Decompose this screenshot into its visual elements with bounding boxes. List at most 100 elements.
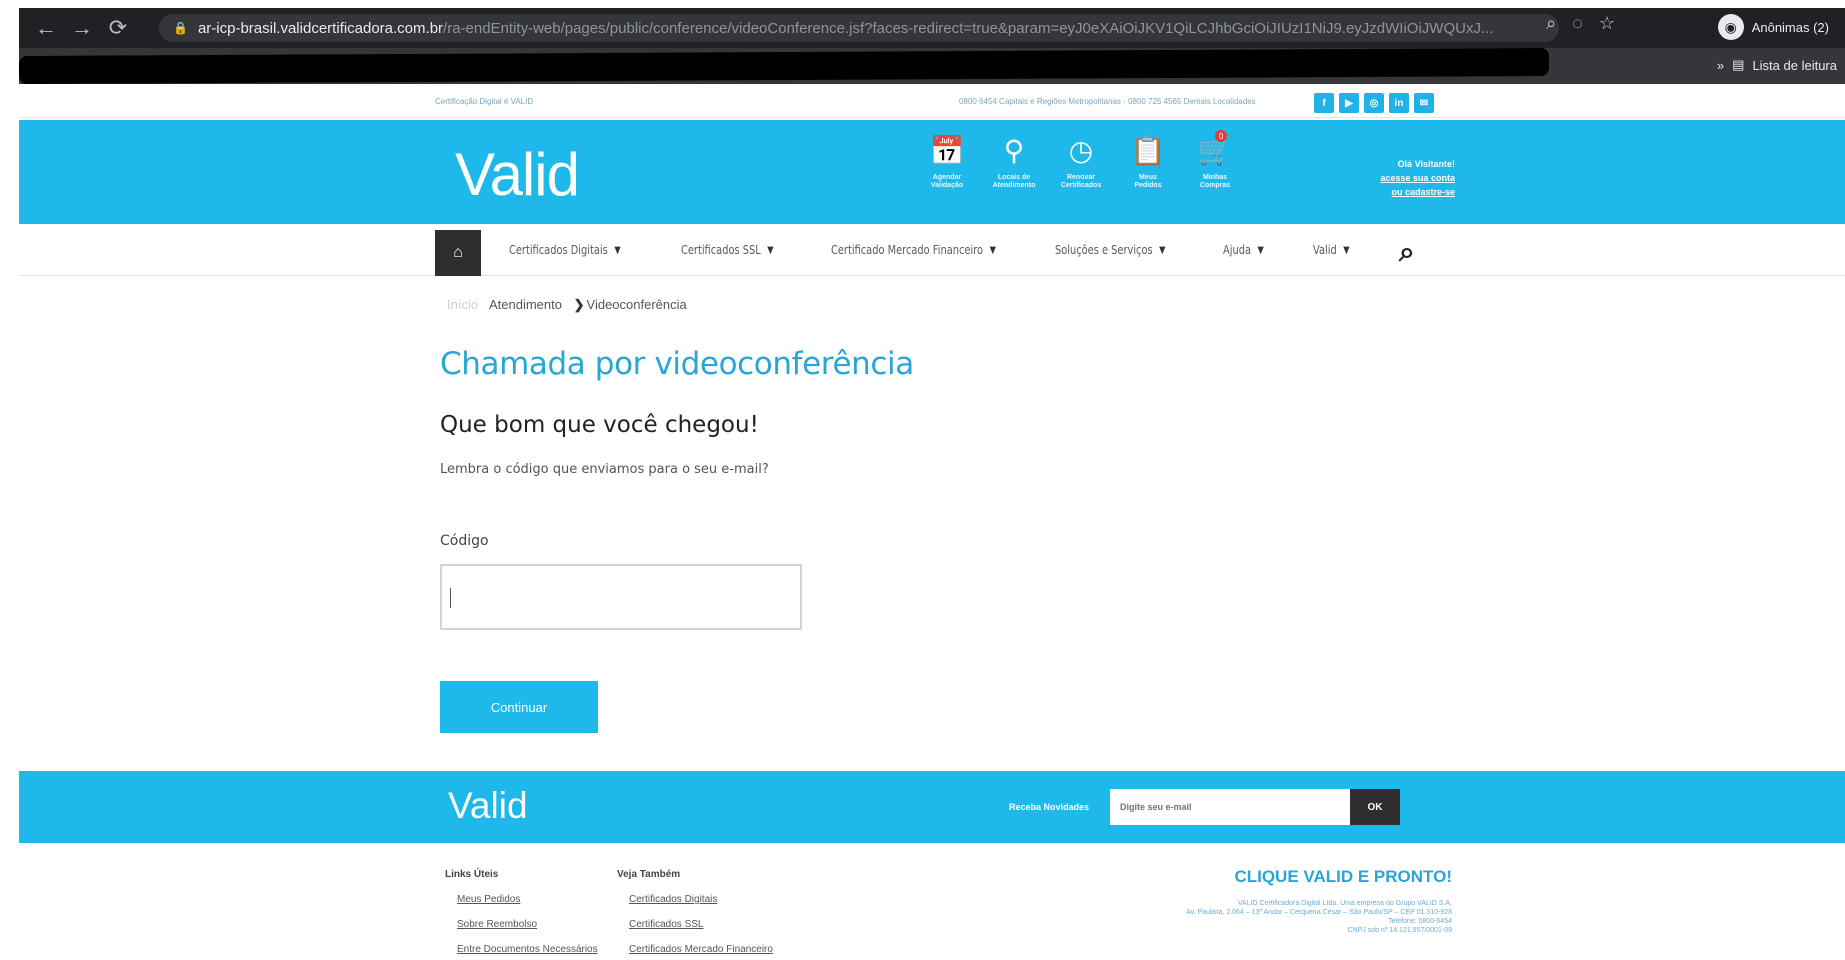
caret-down-icon: ▼ — [1159, 244, 1166, 256]
code-label: Código — [440, 533, 489, 549]
nav-item-certificados-digitais[interactable]: Certificados Digitais ▼ — [509, 243, 650, 257]
reading-list-button[interactable]: » ▤ Lista de leitura — [1717, 57, 1837, 73]
shortcut-renovar[interactable]: ◷ Renovar Certificados — [1059, 134, 1103, 190]
footer-slogan: CLIQUE VALID E PRONTO! — [1234, 867, 1452, 886]
address-line: VALID Certificadora Digital Ltda. Uma em… — [1237, 900, 1452, 907]
footer-band: Valid Receba Novidades OK — [19, 771, 1845, 843]
footer-col-links: Links Úteis Meus Pedidos Sobre Reembolso… — [445, 869, 598, 955]
reload-icon[interactable]: ⟳ — [103, 13, 133, 43]
footer-link[interactable]: Sobre Reembolso — [457, 919, 598, 930]
breadcrumb-level2: Videoconferência — [586, 297, 687, 312]
cart-count-badge: 0 — [1215, 130, 1227, 142]
url-host: ar-icp-brasil.validcertificadora.com.br — [197, 19, 444, 37]
footer-links: Links Úteis Meus Pedidos Sobre Reembolso… — [19, 843, 1845, 960]
back-arrow-icon[interactable]: ← — [31, 13, 61, 43]
nav-item-valid[interactable]: Valid ▼ — [1313, 243, 1370, 257]
star-icon[interactable]: ☆ — [1599, 13, 1615, 34]
nav-item-ajuda[interactable]: Ajuda ▼ — [1223, 243, 1297, 257]
login-link[interactable]: acesse sua conta — [1349, 171, 1455, 185]
breadcrumb: Início Atendimento ❯ Videoconferência — [447, 297, 687, 313]
clock-icon: ◷ — [1068, 135, 1094, 166]
reading-list-icon: ▤ — [1732, 57, 1745, 72]
zoom-icon[interactable]: ⌕ — [1546, 13, 1556, 34]
breadcrumb-level1[interactable]: Atendimento — [489, 297, 562, 312]
footer-link[interactable]: Entre Documentos Necessários — [457, 944, 598, 955]
footer-link[interactable]: Certificados SSL — [629, 919, 773, 930]
clipboard-icon: 📋 — [1130, 135, 1166, 166]
caret-down-icon: ▼ — [614, 244, 621, 256]
utility-phones: 0800 6454 Capitais e Regiões Metropolita… — [959, 97, 1256, 106]
screen: ← → ⟳ 🔒 ar-icp-brasil.validcertificadora… — [0, 0, 1845, 960]
url-path: /ra-endEntity-web/pages/public/conferenc… — [443, 19, 1494, 37]
forward-arrow-icon[interactable]: → — [67, 13, 97, 43]
profile-label: Anônimas (2) — [1751, 19, 1829, 35]
main-nav: ⌂ Certificados Digitais ▼ Certificados SS… — [19, 224, 1845, 276]
omnibox-actions: ⌕ ◌ ☆ — [1546, 13, 1615, 34]
welcome-heading: Que bom que você chegou! — [440, 412, 759, 438]
home-icon: ⌂ — [453, 244, 463, 261]
shortcut-compras[interactable]: 0 🛒 Minhas Compras — [1193, 130, 1237, 190]
nav-label: Certificado Mercado Financeiro — [831, 243, 984, 257]
user-greeting: Olá Visitante! — [1397, 159, 1455, 169]
page-title: Chamada por videoconferência — [440, 346, 914, 382]
continue-button[interactable]: Continuar — [440, 681, 598, 733]
user-box: Olá Visitante! acesse sua conta ou cadas… — [1349, 157, 1455, 199]
address-bar[interactable]: 🔒 ar-icp-brasil.validcertificadora.com.b… — [159, 14, 1559, 42]
redaction-bar — [19, 47, 1549, 85]
address-line: Av. Paulista, 2.064 – 13º Andar – Cerque… — [1186, 909, 1452, 916]
eye-off-icon[interactable]: ◌ — [1572, 13, 1583, 34]
valid-logo[interactable]: Valid — [455, 140, 580, 209]
location-pin-icon: ⚲ — [1003, 135, 1025, 166]
newsletter-label: Receba Novidades — [1009, 802, 1090, 812]
nav-item-solucoes[interactable]: Soluções e Serviços ▼ — [1055, 243, 1193, 257]
chevron-double-right-icon: » — [1716, 57, 1725, 73]
utility-tagline: Certificação Digital é VALID — [435, 97, 534, 106]
incognito-icon: ◉ — [1717, 14, 1744, 40]
site-header: Valid 📅 Agendar Validação ⚲ Locais de At… — [19, 120, 1845, 224]
header-shortcuts: 📅 Agendar Validação ⚲ Locais de Atendime… — [925, 130, 1237, 190]
caret-down-icon: ▼ — [1257, 244, 1264, 256]
address-line: CNPJ sob nº 14.121.957/0001-09 — [1347, 927, 1452, 934]
footer-link[interactable]: Certificados Mercado Financeiro — [629, 944, 773, 955]
shortcut-locais[interactable]: ⚲ Locais de Atendimento — [992, 134, 1036, 190]
search-icon[interactable]: ⌕ — [1399, 236, 1415, 269]
mail-icon[interactable]: ✉ — [1414, 93, 1434, 113]
profile-button[interactable]: ◉ Anônimas (2) — [1717, 14, 1829, 40]
nav-label: Valid — [1313, 243, 1337, 257]
caret-down-icon: ▼ — [1343, 244, 1350, 256]
linkedin-icon[interactable]: in — [1389, 93, 1409, 113]
newsletter-email-input[interactable] — [1110, 789, 1350, 825]
footer-col-see-also: Veja Também Certificados Digitais Certif… — [617, 869, 773, 955]
footer-link[interactable]: Meus Pedidos — [457, 894, 598, 905]
breadcrumb-home[interactable]: Início — [447, 297, 478, 312]
shortcut-agendar[interactable]: 📅 Agendar Validação — [925, 134, 969, 190]
nav-menu: Certificados Digitais ▼ Certificados SSL ▼… — [509, 243, 1383, 257]
browser-toolbar: ← → ⟳ 🔒 ar-icp-brasil.validcertificadora… — [19, 8, 1845, 48]
register-link[interactable]: ou cadastre-se — [1349, 185, 1455, 199]
nav-label: Ajuda — [1223, 243, 1251, 257]
code-hint: Lembra o código que enviamos para o seu … — [440, 462, 769, 477]
footer-link[interactable]: Certificados Digitais — [629, 894, 773, 905]
footer-address: VALID Certificadora Digital Ltda. Uma em… — [1022, 899, 1452, 935]
nav-item-certificados-ssl[interactable]: Certificados SSL ▼ — [681, 243, 804, 257]
footer-logo[interactable]: Valid — [448, 785, 528, 827]
newsletter-ok-button[interactable]: OK — [1350, 789, 1400, 825]
lock-icon: 🔒 — [173, 21, 188, 35]
text-caret — [450, 588, 451, 608]
shortcut-label: Minhas Compras — [1199, 174, 1231, 189]
facebook-icon[interactable]: f — [1314, 93, 1334, 113]
address-line: Telefone: 0800-6454 — [1388, 918, 1452, 925]
nav-label: Certificados Digitais — [509, 243, 608, 257]
nav-item-mercado-financeiro[interactable]: Certificado Mercado Financeiro ▼ — [831, 243, 1015, 257]
instagram-icon[interactable]: ◎ — [1364, 93, 1384, 113]
code-input[interactable] — [440, 564, 802, 630]
shortcut-label: Locais de Atendimento — [992, 174, 1036, 189]
home-button[interactable]: ⌂ — [435, 230, 481, 276]
nav-label: Certificados SSL — [681, 243, 761, 257]
reading-list-label: Lista de leitura — [1752, 57, 1837, 73]
youtube-icon[interactable]: ▶ — [1339, 93, 1359, 113]
chevron-right-icon: ❯ — [573, 297, 585, 312]
shortcut-pedidos[interactable]: 📋 Meus Pedidos — [1126, 134, 1170, 190]
footer-col-title: Links Úteis — [445, 869, 499, 880]
page: Certificação Digital é VALID 0800 6454 C… — [19, 84, 1845, 960]
